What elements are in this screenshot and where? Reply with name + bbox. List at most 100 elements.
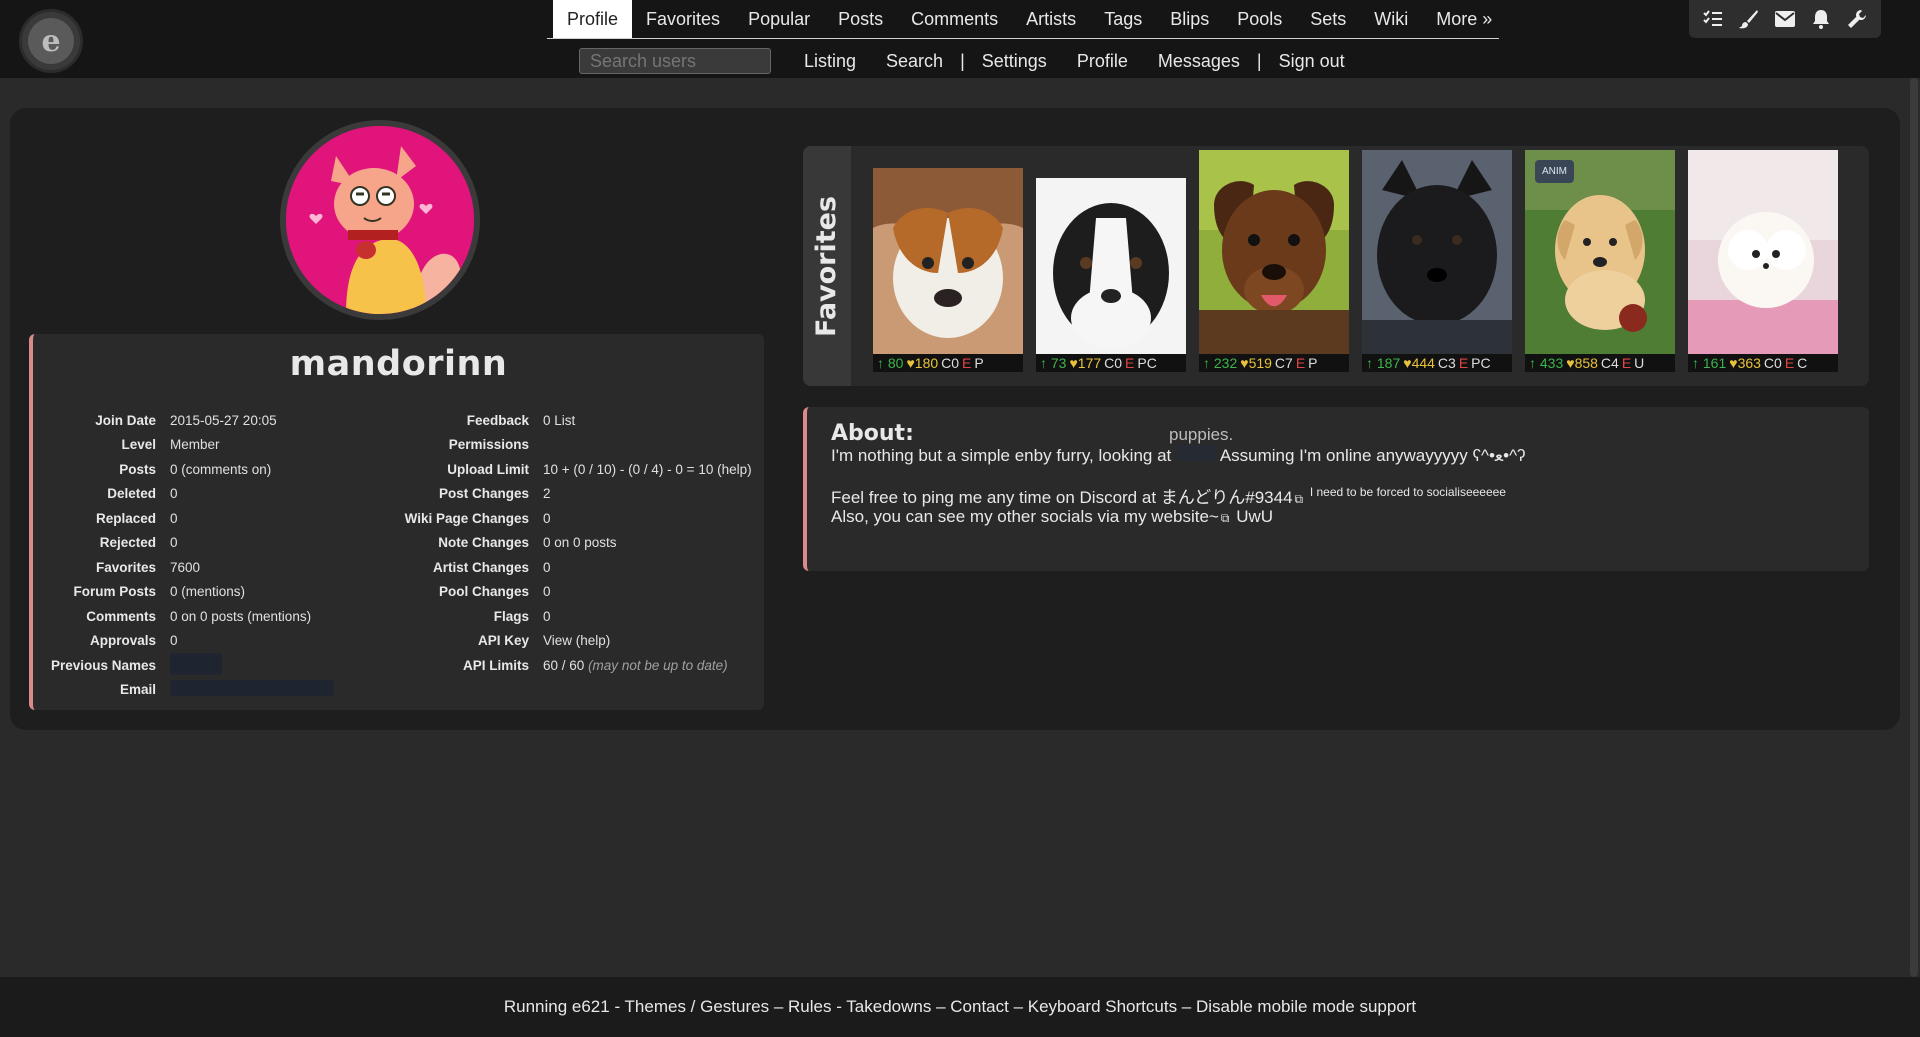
- site-logo[interactable]: e: [19, 9, 83, 73]
- thumb-stats: ↑ 433 ♥858 C4 E U: [1525, 354, 1675, 372]
- nav-posts[interactable]: Posts: [824, 0, 897, 38]
- nav-artists[interactable]: Artists: [1012, 0, 1090, 38]
- brush-icon[interactable]: [1735, 5, 1763, 33]
- favorite-thumb[interactable]: ↑ 161 ♥363 C0 E C: [1688, 150, 1838, 380]
- subnav-settings[interactable]: Settings: [982, 51, 1047, 72]
- nav-tags[interactable]: Tags: [1090, 0, 1156, 38]
- nav-sets[interactable]: Sets: [1296, 0, 1360, 38]
- stat-level: Level Member: [37, 433, 334, 458]
- footer-disable-mobile[interactable]: Disable mobile mode support: [1196, 997, 1416, 1016]
- footer-separator: -: [609, 997, 625, 1016]
- stat-value[interactable]: 0: [156, 486, 178, 501]
- stat-comments: Comments 0 on 0 posts (mentions): [37, 604, 334, 629]
- stat-value[interactable]: 7600: [156, 560, 200, 575]
- rating: E: [1784, 355, 1795, 371]
- favorite-thumb[interactable]: ↑ 232 ♥519 C7 E P: [1199, 150, 1349, 380]
- favorite-thumb[interactable]: ↑ 187 ♥444 C3 E PC: [1362, 150, 1512, 380]
- checklist-icon[interactable]: [1699, 5, 1727, 33]
- subnav-search[interactable]: Search: [886, 51, 943, 72]
- stat-label: Note Changes: [438, 535, 529, 551]
- subnav-profile[interactable]: Profile: [1077, 51, 1128, 72]
- post-flags: P: [1308, 355, 1318, 371]
- scrollbar-thumb[interactable]: [1910, 78, 1918, 977]
- page-scrollbar[interactable]: [1908, 78, 1920, 977]
- stat-previous-names: Previous Names: [37, 652, 334, 678]
- footer-rules[interactable]: Rules: [788, 997, 831, 1016]
- nav-blips[interactable]: Blips: [1156, 0, 1223, 38]
- api-limits-note: (may not be up to date): [588, 657, 728, 673]
- stat-label: Level: [121, 437, 156, 453]
- stat-value[interactable]: 10 + (0 / 10) - (0 / 4) - 0 = 10 (help): [529, 462, 752, 477]
- stat-value[interactable]: 0 (comments on): [156, 462, 271, 477]
- footer-running[interactable]: Running e621: [504, 997, 610, 1016]
- stat-value[interactable]: 0: [156, 633, 178, 648]
- website-link[interactable]: Also, you can see my other socials via m…: [831, 507, 1219, 526]
- favorite-thumb[interactable]: ↑ 80 ♥180 C0 E P: [873, 150, 1023, 380]
- stat-forum-posts: Forum Posts 0 (mentions): [37, 580, 334, 605]
- favorites-label-text: Favorites: [811, 195, 843, 337]
- stat-label: Wiki Page Changes: [404, 510, 529, 526]
- mail-icon[interactable]: [1771, 5, 1799, 33]
- footer-takedowns[interactable]: Takedowns: [846, 997, 931, 1016]
- footer-gestures[interactable]: Gestures: [700, 997, 769, 1016]
- footer-keyboard-shortcuts[interactable]: Keyboard Shortcuts: [1028, 997, 1177, 1016]
- api-limits-value: 60 / 60: [543, 657, 585, 673]
- stat-value[interactable]: 0: [529, 511, 551, 526]
- wrench-icon[interactable]: [1843, 5, 1871, 33]
- stat-flags: Flags 0: [329, 604, 752, 629]
- nav-favorites[interactable]: Favorites: [632, 0, 734, 38]
- main-nav: Profile Favorites Popular Posts Comments…: [547, 0, 1499, 39]
- stat-value[interactable]: 0 (mentions): [156, 584, 245, 599]
- stat-value[interactable]: 0: [156, 511, 178, 526]
- stat-value[interactable]: 2: [529, 486, 551, 501]
- favorite-thumb[interactable]: ANIM ↑ 433 ♥858 C4 E U: [1525, 150, 1675, 380]
- thumb-image[interactable]: [1688, 150, 1838, 354]
- avatar[interactable]: [280, 120, 480, 320]
- discord-link[interactable]: Feel free to ping me any time on Discord…: [831, 488, 1293, 507]
- search-users-input[interactable]: [579, 48, 771, 74]
- nav-pools[interactable]: Pools: [1223, 0, 1296, 38]
- stat-approvals: Approvals 0: [37, 629, 334, 654]
- stat-value[interactable]: 0: [529, 560, 551, 575]
- nav-profile[interactable]: Profile: [553, 0, 633, 38]
- nav-popular[interactable]: Popular: [734, 0, 824, 38]
- nav-more[interactable]: More »: [1422, 0, 1506, 38]
- bell-icon[interactable]: [1807, 5, 1835, 33]
- thumb-image[interactable]: [1199, 150, 1349, 354]
- nav-comments[interactable]: Comments: [897, 0, 1012, 38]
- stat-value[interactable]: 0: [156, 535, 178, 550]
- subnav-listing[interactable]: Listing: [804, 51, 856, 72]
- fav-count: ♥519: [1240, 355, 1272, 371]
- stat-value[interactable]: 0 on 0 posts (mentions): [156, 609, 311, 624]
- footer-contact[interactable]: Contact: [950, 997, 1009, 1016]
- footer-themes[interactable]: Themes: [625, 997, 686, 1016]
- stat-label: Join Date: [95, 412, 156, 428]
- stat-value[interactable]: View (help): [529, 633, 610, 648]
- stat-value[interactable]: 0 on 0 posts: [529, 535, 617, 550]
- user-info-card: mandorinn Join Date 2015-05-27 20:05 Lev…: [29, 334, 764, 710]
- nav-wiki[interactable]: Wiki: [1360, 0, 1422, 38]
- stat-pool-changes: Pool Changes 0: [329, 580, 752, 605]
- thumb-image[interactable]: [873, 168, 1023, 354]
- subnav-messages[interactable]: Messages: [1158, 51, 1240, 72]
- thumb-image[interactable]: [1362, 150, 1512, 354]
- subnav-sign-out[interactable]: Sign out: [1279, 51, 1345, 72]
- thumb-image[interactable]: [1036, 178, 1186, 354]
- favorites-label[interactable]: Favorites: [803, 146, 851, 386]
- stat-deleted: Deleted 0: [37, 482, 334, 507]
- user-toolbar: [1689, 0, 1881, 38]
- stat-label: Post Changes: [438, 486, 529, 502]
- stat-permissions: Permissions: [329, 433, 752, 458]
- stat-label: Permissions: [448, 437, 529, 453]
- post-flags: U: [1634, 355, 1645, 371]
- subnav-separator: |: [1256, 50, 1262, 71]
- comment-count: C3: [1437, 355, 1456, 371]
- comment-count: C4: [1600, 355, 1619, 371]
- footer-separator: –: [769, 997, 789, 1016]
- about-line-2: Feel free to ping me any time on Discord…: [831, 483, 1506, 508]
- stat-value[interactable]: 0: [529, 609, 551, 624]
- stat-value[interactable]: 0 List: [529, 413, 575, 428]
- favorite-thumb[interactable]: ↑ 73 ♥177 C0 E PC: [1036, 150, 1186, 380]
- fav-count: ♥180: [906, 355, 939, 371]
- stat-value[interactable]: 0: [529, 584, 551, 599]
